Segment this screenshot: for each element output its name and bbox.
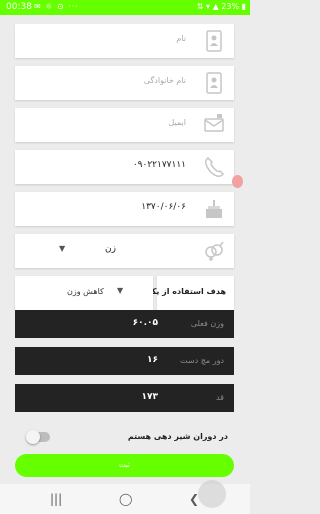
breastfeeding-toggle[interactable] — [26, 430, 50, 444]
breastfeeding-label: در دوران شیر دهی هستم — [127, 432, 228, 441]
status-right: ⇅ ▾ ▲ 23% ▮ — [197, 2, 246, 11]
last-name-field[interactable]: نام خانوادگی — [15, 66, 234, 100]
toggle-knob — [26, 430, 40, 444]
goal-value: کاهش وزن — [67, 287, 104, 296]
height-label: قد — [215, 393, 224, 402]
last-name-placeholder: نام خانوادگی — [143, 76, 186, 85]
status-time: 00:38 — [6, 2, 32, 12]
battery-icon: ▮ — [239, 2, 246, 11]
current-weight-label: وزن فعلی — [190, 319, 224, 328]
scroll-handle[interactable] — [232, 175, 243, 188]
gender-value: زن — [105, 244, 116, 254]
gender-icon — [203, 239, 225, 263]
email-placeholder: ایمیل — [168, 118, 186, 127]
phone-field[interactable]: ۰۹۰۲۲۱۷۷۱۱۱ — [15, 150, 234, 184]
cake-icon — [203, 197, 225, 221]
recent-apps-icon[interactable]: ||| — [50, 491, 62, 507]
contact-card-icon — [203, 29, 225, 53]
wrist-label: دور مچ دست — [180, 356, 224, 365]
current-weight-value: ۶۰.۰۵ — [132, 318, 158, 328]
gender-field[interactable]: زن ▼ — [15, 234, 234, 268]
chevron-down-icon: ▼ — [117, 286, 124, 295]
wrist-field[interactable]: دور مچ دست ۱۶ — [15, 347, 234, 375]
phone-value: ۰۹۰۲۲۱۷۷۱۱۱ — [132, 160, 186, 170]
chevron-down-icon: ▼ — [59, 244, 66, 253]
screen-record-overlay — [198, 480, 226, 508]
birthdate-field[interactable]: ۱۳۷۰/۰۶/۰۶ — [15, 192, 234, 226]
contact-card-icon — [203, 71, 225, 95]
height-value: ۱۷۳ — [141, 392, 158, 402]
birthdate-value: ۱۳۷۰/۰۶/۰۶ — [141, 202, 186, 212]
wrist-value: ۱۶ — [147, 355, 158, 365]
phone-icon — [203, 155, 225, 179]
height-field[interactable]: قد ۱۷۳ — [15, 384, 234, 412]
breastfeeding-row: در دوران شیر دهی هستم — [15, 430, 234, 446]
first-name-placeholder: نام — [176, 34, 186, 43]
home-icon[interactable]: ◯ — [119, 491, 132, 507]
notification-icons: ✉ ☼ ⊙ ··· — [34, 2, 79, 11]
current-weight-field[interactable]: وزن فعلی ۶۰.۰۵ — [15, 310, 234, 338]
status-bar: 00:38 ✉ ☼ ⊙ ··· ⇅ ▾ ▲ 23% ▮ — [0, 0, 250, 15]
goal-label-box: هدف استفاده از یکا — [149, 276, 234, 310]
battery-level: 23% — [221, 2, 240, 11]
mailbox-icon — [203, 113, 225, 137]
goal-row: هدف استفاده از یکا کاهش وزن ▼ — [15, 276, 234, 310]
signal-icon: ⇅ ▾ ▲ — [196, 2, 222, 11]
email-field[interactable]: ایمیل — [15, 108, 234, 142]
first-name-field[interactable]: نام — [15, 24, 234, 58]
goal-label: هدف استفاده از یکا — [148, 287, 226, 296]
goal-select[interactable]: کاهش وزن ▼ — [15, 276, 153, 310]
submit-button[interactable]: ثبت — [15, 454, 234, 477]
